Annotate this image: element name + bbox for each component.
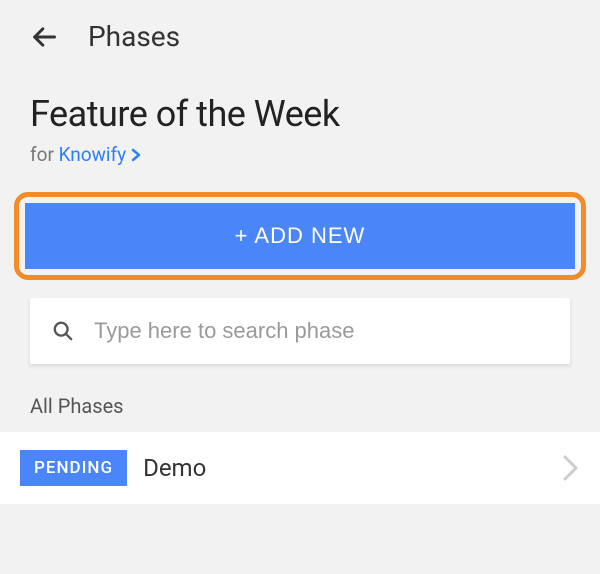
highlight-annotation: + ADD NEW: [14, 192, 586, 280]
chevron-right-icon: [130, 144, 142, 167]
phase-name: Demo: [143, 454, 546, 482]
chevron-right-icon: [562, 453, 580, 483]
breadcrumb: for Knowify: [30, 143, 570, 167]
search-card: [30, 298, 570, 364]
search-input[interactable]: [94, 318, 548, 344]
feature-section: Feature of the Week for Knowify: [0, 63, 600, 177]
phase-row[interactable]: PENDING Demo: [0, 432, 600, 504]
add-new-button[interactable]: + ADD NEW: [25, 203, 575, 269]
project-link-label: Knowify: [59, 143, 127, 166]
page-title: Feature of the Week: [30, 93, 570, 135]
header: Phases: [0, 0, 600, 63]
project-link[interactable]: Knowify: [59, 143, 143, 166]
all-phases-label: All Phases: [0, 364, 600, 432]
back-arrow-icon[interactable]: [30, 23, 58, 51]
search-icon: [52, 320, 74, 342]
for-prefix: for: [30, 143, 59, 166]
header-title: Phases: [88, 20, 180, 53]
status-badge: PENDING: [20, 450, 127, 486]
